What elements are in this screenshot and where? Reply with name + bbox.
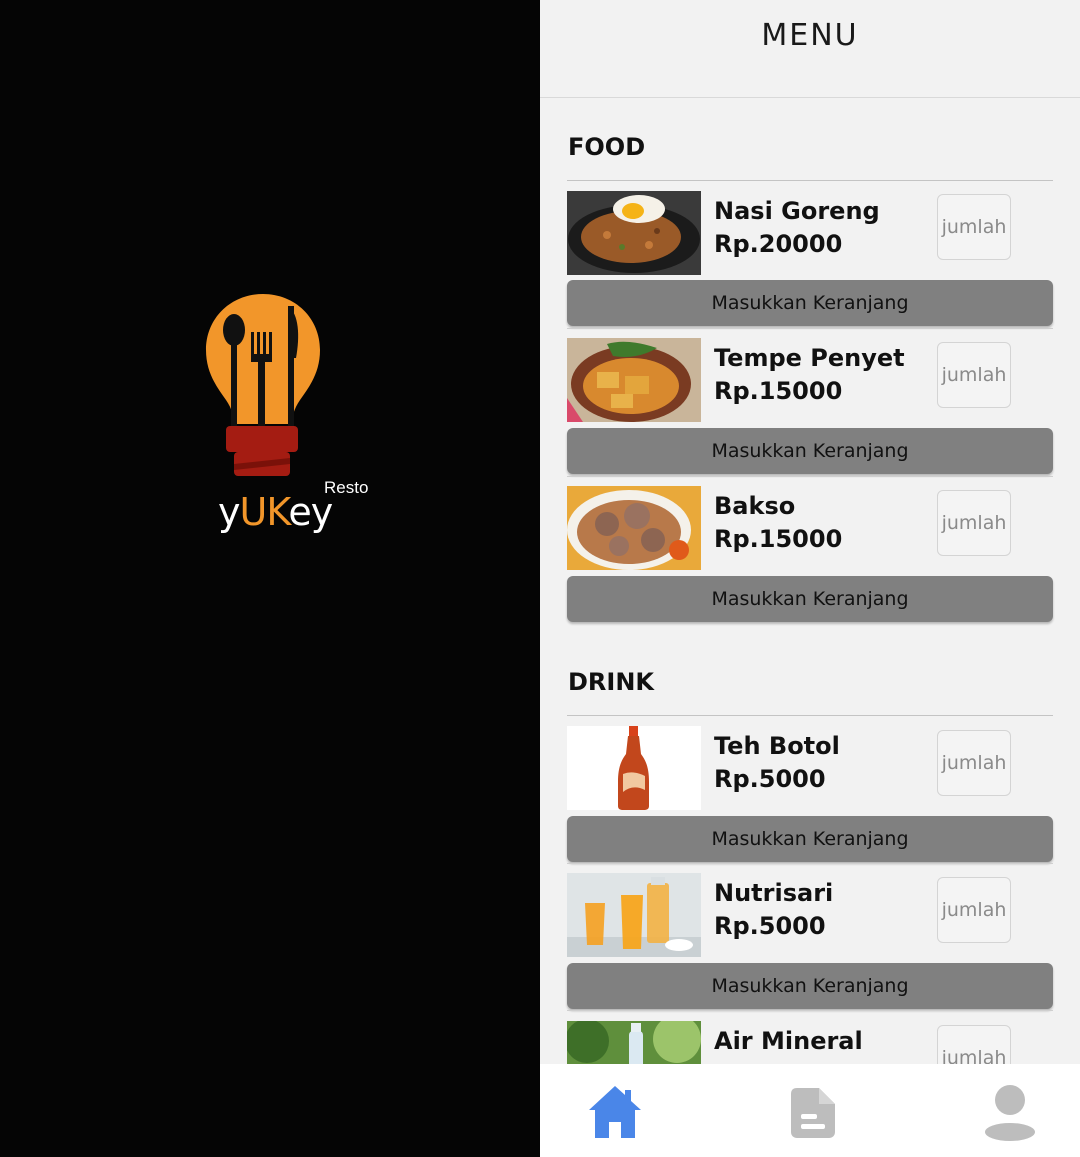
home-icon	[589, 1086, 641, 1138]
menu-item-image	[567, 873, 701, 957]
item-name: Tempe Penyet	[714, 344, 905, 372]
bottom-navigation	[540, 1064, 1080, 1157]
add-to-cart-button[interactable]: Masukkan Keranjang	[567, 280, 1053, 326]
nav-profile[interactable]	[980, 1082, 1040, 1142]
brand-name: yUKey	[218, 490, 333, 534]
nav-orders[interactable]	[783, 1082, 843, 1142]
item-divider	[567, 476, 1053, 477]
add-to-cart-button[interactable]: Masukkan Keranjang	[567, 576, 1053, 622]
item-price: Rp.5000	[714, 765, 826, 793]
document-icon	[791, 1088, 835, 1138]
item-divider	[567, 863, 1053, 864]
item-price: Rp.5000	[714, 912, 826, 940]
splash-panel: yUKey Resto	[0, 0, 540, 1157]
brand-highlight: UK	[239, 490, 290, 534]
section-divider	[567, 715, 1053, 716]
quantity-input[interactable]	[937, 342, 1011, 408]
item-name: Bakso	[714, 492, 796, 520]
item-name: Teh Botol	[714, 732, 840, 760]
page-title: MENU	[761, 18, 859, 53]
menu-screen: MENU FOOD Nasi Goreng Rp.20000 Masukkan …	[540, 0, 1080, 1157]
user-icon	[985, 1085, 1035, 1141]
menu-item-image	[567, 486, 701, 570]
item-divider	[567, 1010, 1053, 1011]
item-divider	[567, 328, 1053, 329]
quantity-input[interactable]	[937, 194, 1011, 260]
menu-item-image	[567, 726, 701, 810]
brand-prefix: y	[218, 490, 240, 534]
item-price: Rp.15000	[714, 525, 843, 553]
item-name: Air Mineral	[714, 1027, 863, 1055]
item-price: Rp.15000	[714, 377, 843, 405]
item-name: Nasi Goreng	[714, 197, 880, 225]
section-divider	[567, 180, 1053, 181]
quantity-input[interactable]	[937, 877, 1011, 943]
quantity-input[interactable]	[937, 730, 1011, 796]
section-title-drink: DRINK	[568, 668, 655, 696]
item-price: Rp.20000	[714, 230, 843, 258]
item-name: Nutrisari	[714, 879, 834, 907]
nav-home[interactable]	[585, 1082, 645, 1142]
menu-item-image	[567, 191, 701, 275]
lightbulb-cutlery-logo	[206, 294, 320, 476]
add-to-cart-button[interactable]: Masukkan Keranjang	[567, 963, 1053, 1009]
quantity-input[interactable]	[937, 490, 1011, 556]
brand-subtitle: Resto	[324, 478, 369, 497]
app-bar: MENU	[540, 0, 1080, 98]
add-to-cart-button[interactable]: Masukkan Keranjang	[567, 428, 1053, 474]
add-to-cart-button[interactable]: Masukkan Keranjang	[567, 816, 1053, 862]
section-title-food: FOOD	[568, 133, 646, 161]
menu-item-image	[567, 338, 701, 422]
